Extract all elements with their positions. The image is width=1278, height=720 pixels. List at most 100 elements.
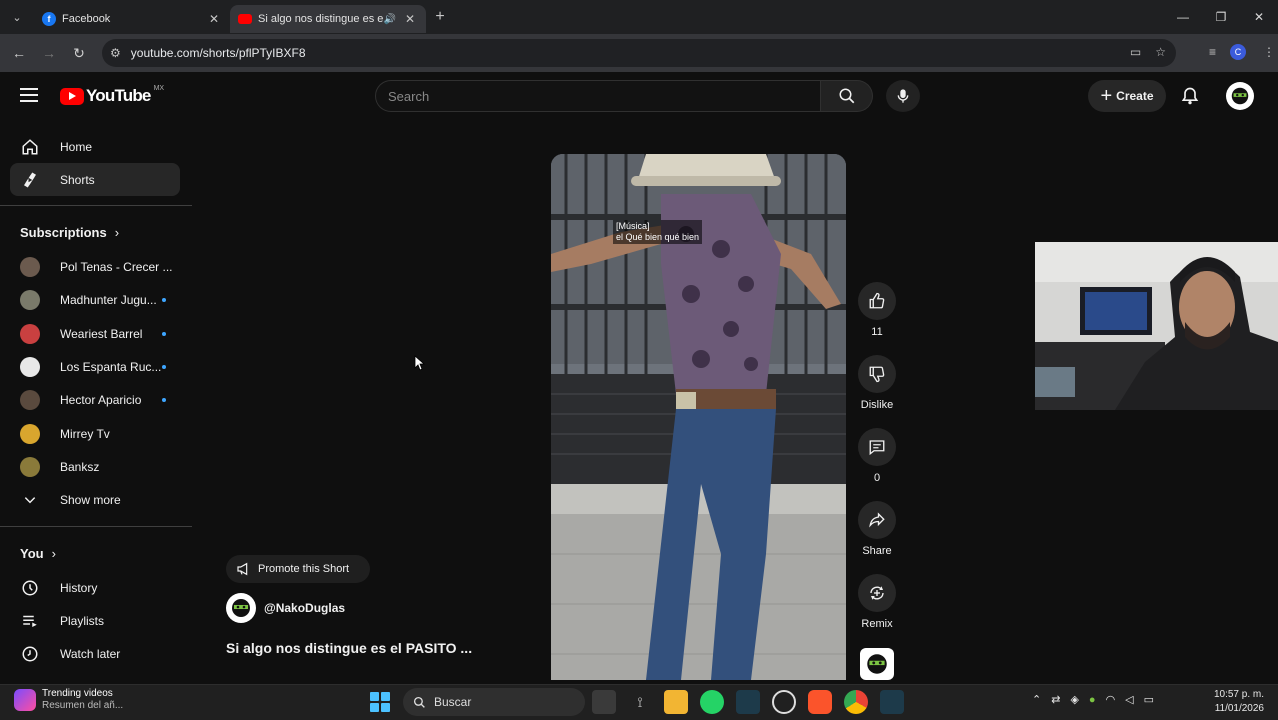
whatsapp-icon[interactable] [700, 690, 724, 714]
sidebar-item-history[interactable]: History [10, 571, 180, 604]
comment-icon [869, 440, 885, 456]
app-icon[interactable]: ⟟ [628, 690, 652, 714]
create-button[interactable]: + Create [1088, 80, 1166, 112]
microphone-icon[interactable]: ● [1089, 694, 1096, 706]
wifi-icon[interactable]: ◠ [1106, 693, 1116, 706]
webcam-image [1035, 242, 1278, 410]
channel-avatar[interactable] [226, 593, 256, 623]
app-icon[interactable] [880, 690, 904, 714]
tab-facebook[interactable]: f Facebook ✕ [34, 5, 230, 33]
channel-thumbnail[interactable] [860, 648, 894, 680]
sidebar-item-subscription[interactable]: Pol Tenas - Crecer ... [10, 250, 180, 283]
clock-date: 11/01/2026 [1214, 703, 1264, 714]
remix-button[interactable] [858, 574, 896, 612]
sidebar-item-subscription[interactable]: Madhunter Jugu... [10, 283, 180, 316]
youtube-logo[interactable]: YouTube MX [60, 85, 164, 106]
battery-icon[interactable]: ▭ [1144, 693, 1154, 706]
browser-tab-bar: ⌄ f Facebook ✕ Si algo nos distingue es … [0, 0, 1278, 34]
reading-list-icon[interactable]: ≡ [1209, 45, 1216, 59]
chevron-up-icon[interactable]: ⌃ [1032, 693, 1041, 706]
menu-icon[interactable] [20, 88, 38, 102]
tray-app-icon[interactable]: ⇄ [1051, 693, 1060, 706]
new-tab-button[interactable]: + [426, 8, 454, 26]
comments-button[interactable] [858, 428, 896, 466]
share-icon [869, 512, 885, 528]
sidebar-item-subscription[interactable]: Banksz [10, 450, 180, 483]
minimize-icon[interactable]: — [1164, 0, 1202, 34]
start-button-icon[interactable] [370, 692, 390, 712]
sidebar-item-watch-later[interactable]: Watch later [10, 637, 180, 670]
channel-name[interactable]: @NakoDuglas [264, 601, 345, 615]
forward-icon[interactable]: → [34, 45, 64, 61]
tray-app-icon[interactable]: ◈ [1070, 693, 1078, 706]
channel-avatar [20, 323, 40, 344]
close-tab-icon[interactable]: ✕ [206, 12, 222, 26]
sidebar-item-subscription[interactable]: Weariest Barrel [10, 317, 180, 350]
sidebar-item-home[interactable]: Home [10, 130, 180, 163]
you-header[interactable]: You › [20, 546, 56, 561]
dislike-button[interactable] [858, 355, 896, 393]
share-button[interactable] [858, 501, 896, 539]
subscriptions-header[interactable]: Subscriptions › [20, 225, 119, 240]
remix-label: Remix [861, 618, 893, 630]
taskbar-search[interactable]: Buscar [403, 688, 585, 716]
video-caption: [Música] el Qué bien qué bien [613, 220, 703, 244]
playlists-icon [20, 611, 40, 631]
search-icon [839, 88, 854, 104]
sidebar-item-label: Shorts [60, 172, 95, 187]
system-clock[interactable]: 10:57 p. m. 11/01/2026 [1204, 688, 1264, 716]
caption-line: el Qué bien qué bien [616, 232, 700, 242]
sidebar-item-subscription[interactable]: Los Espanta Ruc... [10, 350, 180, 383]
account-avatar[interactable] [1226, 82, 1254, 110]
sidebar-item-shorts[interactable]: Shorts [10, 163, 180, 196]
file-explorer-icon[interactable] [664, 690, 688, 714]
back-icon[interactable]: ← [4, 45, 34, 61]
volume-icon[interactable]: ◁ [1125, 693, 1133, 706]
show-more-button[interactable]: Show more [10, 483, 180, 516]
youtube-play-icon [60, 87, 84, 105]
task-view-icon[interactable] [592, 690, 616, 714]
comment-count: 0 [873, 472, 881, 484]
voice-search-button[interactable] [886, 80, 920, 112]
notifications-bell-icon[interactable] [1180, 86, 1200, 109]
new-content-dot [162, 297, 166, 302]
widgets-button[interactable]: Trending videos Resumen del añ... [14, 688, 123, 712]
chrome-icon[interactable] [844, 690, 868, 714]
sidebar-item-subscription[interactable]: Hector Aparicio [10, 383, 180, 416]
divider [0, 205, 192, 206]
microphone-icon [897, 89, 909, 103]
cast-icon[interactable]: ▭ [1130, 45, 1141, 59]
app-icon[interactable] [772, 690, 796, 714]
close-window-icon[interactable]: ✕ [1240, 0, 1278, 34]
sidebar-item-label: Show more [60, 492, 121, 507]
reload-icon[interactable]: ↻ [64, 45, 94, 62]
site-info-icon[interactable]: ⚙ [110, 46, 121, 60]
search-icon [413, 696, 425, 708]
home-icon [20, 137, 40, 157]
remix-icon [870, 586, 884, 600]
search-button[interactable] [821, 80, 873, 112]
brave-browser-icon[interactable] [808, 690, 832, 714]
profile-avatar[interactable]: C [1230, 44, 1246, 60]
sidebar-item-subscription[interactable]: Mirrey Tv [10, 417, 180, 450]
sidebar-item-label: Banksz [60, 459, 100, 474]
dislike-label: Dislike [860, 399, 894, 411]
close-tab-icon[interactable]: ✕ [402, 12, 418, 26]
more-menu-icon[interactable]: ⋮ [1260, 45, 1278, 59]
tab-search-icon[interactable]: ⌄ [0, 0, 34, 34]
search-input[interactable]: Search [375, 80, 821, 112]
speaker-icon[interactable]: 🔊 [384, 14, 396, 25]
sidebar-item-playlists[interactable]: Playlists [10, 604, 180, 637]
like-button[interactable] [858, 282, 896, 320]
thumbs-down-icon [869, 366, 885, 383]
bookmark-star-icon[interactable]: ☆ [1155, 45, 1166, 59]
short-video-player[interactable]: [Música] el Qué bien qué bien [551, 154, 846, 680]
channel-info[interactable]: @NakoDuglas [226, 593, 345, 623]
tab-youtube-short[interactable]: Si algo nos distingue es el P 🔊 ✕ [230, 5, 426, 33]
app-icon[interactable] [736, 690, 760, 714]
promote-short-button[interactable]: Promote this Short [226, 555, 370, 583]
address-bar[interactable]: ⚙ youtube.com/shorts/pflPTyIBXF8 ▭ ☆ [102, 39, 1176, 67]
watch-later-icon [20, 644, 40, 664]
restore-icon[interactable]: ❐ [1202, 0, 1240, 34]
short-title[interactable]: Si algo nos distingue es el PASITO ... [226, 640, 472, 656]
